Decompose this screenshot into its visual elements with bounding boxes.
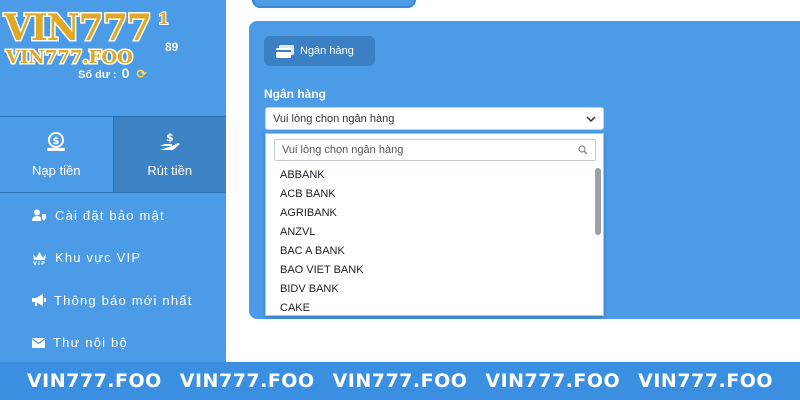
menu-item-label: Cài đặt bảo mật (55, 207, 165, 223)
wallet-actions: $ Nạp tiền $ Rút tiền (0, 116, 226, 193)
svg-text:VIN777: VIN777 (3, 7, 151, 49)
bank-search-input[interactable]: Vui lòng chọn ngân hàng (274, 139, 596, 161)
mail-icon (32, 337, 45, 348)
bank-option[interactable]: BAC A BANK (280, 241, 364, 260)
deposit-dollar-icon: $ (47, 132, 66, 151)
bank-select[interactable]: Vui lòng chọn ngân hàng (265, 107, 604, 130)
withdraw-button[interactable]: $ Rút tiền (112, 117, 226, 192)
menu-item-label: Thông báo mới nhất (54, 292, 193, 308)
menu-item-vip[interactable]: VIP Khu vực VIP (0, 237, 226, 280)
bank-field-label: Ngân hàng (264, 87, 326, 101)
search-icon (578, 145, 588, 155)
svg-text:$: $ (53, 136, 60, 147)
banner-text: VIN777.FOO (485, 370, 621, 392)
top-button-partial[interactable] (252, 0, 416, 8)
balance-label: Số dư : (78, 69, 117, 81)
bank-options: ABBANK ACB BANK AGRIBANK ANZVL BAC A BAN… (280, 165, 364, 315)
domain-banner: VIN777.FOO VIN777.FOO VIN777.FOO VIN777.… (0, 362, 800, 400)
card-icon (276, 44, 294, 58)
bank-dropdown: Vui lòng chọn ngân hàng ABBANK ACB BANK … (265, 133, 604, 316)
svg-text:$: $ (166, 131, 174, 144)
menu-item-inbox[interactable]: Thư nội bộ (0, 322, 226, 365)
bank-option[interactable]: AGRIBANK (280, 203, 364, 222)
banner-text: VIN777.FOO (26, 370, 162, 392)
banner-text: VIN777.FOO (332, 370, 468, 392)
bank-option[interactable]: ACB BANK (280, 184, 364, 203)
vip-crown-icon: VIP (33, 251, 46, 265)
svg-text:VIN777.FOO: VIN777.FOO (5, 47, 133, 68)
tab-label: Ngân hàng (300, 45, 354, 57)
menu-item-notifications[interactable]: Thông báo mới nhất (0, 279, 226, 322)
chevron-down-icon (586, 115, 596, 122)
svg-text:VIP: VIP (33, 261, 46, 265)
bank-option[interactable]: ABBANK (280, 165, 364, 184)
deposit-button[interactable]: $ Nạp tiền (0, 117, 113, 192)
menu-item-label: Thư nội bộ (53, 335, 128, 351)
banner-text: VIN777.FOO (638, 370, 773, 392)
withdraw-label: Rút tiền (147, 163, 193, 178)
tab-bank[interactable]: Ngân hàng (264, 36, 375, 66)
dropdown-scrollbar[interactable] (593, 165, 603, 315)
menu-item-label: Khu vực VIP (55, 250, 142, 266)
bank-option[interactable]: BAO VIET BANK (280, 260, 364, 279)
user-shield-icon (32, 209, 46, 222)
brand-logo: VIN777 1 VIN777.FOO (2, 6, 171, 69)
bank-option[interactable]: CAKE (280, 298, 364, 315)
deposit-label: Nạp tiền (32, 163, 81, 178)
bank-search-placeholder: Vui lòng chọn ngân hàng (282, 144, 404, 156)
sidebar-menu: Cài đặt bảo mật VIP Khu vực VIP Thông bá… (0, 194, 226, 364)
bank-option[interactable]: ANZVL (280, 222, 364, 241)
bank-select-value: Vui lòng chọn ngân hàng (273, 112, 395, 125)
menu-item-security[interactable]: Cài đặt bảo mật (0, 194, 226, 237)
refresh-icon[interactable]: ⟳ (136, 67, 146, 81)
withdraw-hand-dollar-icon: $ (159, 131, 180, 150)
megaphone-icon (32, 294, 46, 307)
scrollbar-thumb[interactable] (595, 168, 601, 235)
svg-text:1: 1 (158, 9, 169, 28)
banner-text: VIN777.FOO (179, 370, 315, 392)
bank-option[interactable]: BIDV BANK (280, 279, 364, 298)
